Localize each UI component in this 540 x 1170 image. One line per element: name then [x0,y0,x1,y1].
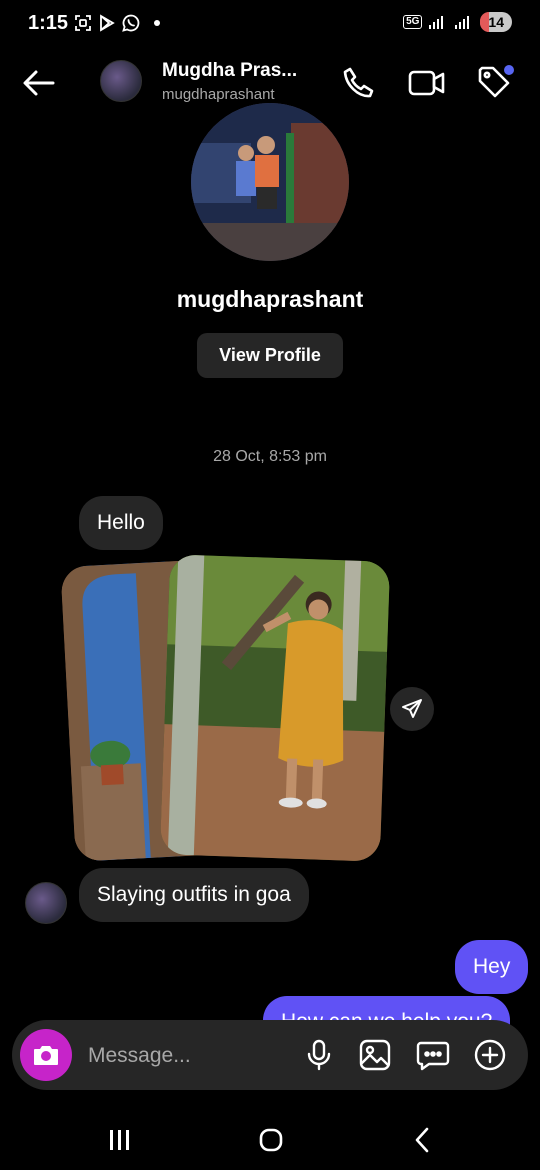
header-avatar[interactable] [100,60,142,102]
message-composer [12,1020,528,1090]
camera-icon [34,1046,58,1065]
gallery-icon[interactable] [358,1038,392,1072]
play-store-icon [100,14,115,32]
microphone-icon[interactable] [302,1038,336,1072]
shared-photo-front[interactable] [159,554,391,862]
home-icon[interactable] [257,1126,285,1154]
signal-icon [429,16,444,29]
battery-level: 14 [488,14,504,30]
thread-timestamp: 28 Oct, 8:53 pm [213,448,327,465]
recent-apps-icon[interactable] [106,1126,134,1154]
camera-button[interactable] [20,1029,72,1081]
message-bubble-incoming[interactable]: Hello [79,496,163,550]
profile-picture[interactable] [191,103,349,261]
sticker-chat-icon[interactable] [416,1038,450,1072]
whatsapp-icon [122,14,140,32]
message-input[interactable] [86,1032,300,1080]
network-type: 5G [403,15,423,29]
phone-call-icon[interactable] [342,66,376,100]
sender-avatar[interactable] [25,882,67,924]
add-circle-icon[interactable] [473,1038,507,1072]
profile-username: mugdhaprashant [176,286,364,312]
status-notification-icons [74,14,160,32]
status-time: 1:15 [28,12,69,34]
header-username[interactable]: mugdhaprashant [162,86,275,103]
message-text: Hey [473,955,511,978]
message-bubble-incoming[interactable]: Slaying outfits in goa [79,868,309,922]
video-call-icon[interactable] [408,66,446,100]
message-text: Slaying outfits in goa [97,883,291,906]
signal-icon-2 [455,16,470,29]
system-navigation-bar [0,1110,540,1170]
tag-notification-dot [504,65,514,75]
screenshot-icon [75,15,91,31]
share-photo-button[interactable] [390,687,434,731]
status-system-icons: 5G 14 [403,12,512,32]
header-display-name[interactable]: Mugdha Pras... [162,60,297,82]
more-notifications-dot [154,20,160,26]
message-bubble-outgoing[interactable]: Hey [455,940,529,994]
photo-woman-illustration [159,554,391,862]
message-text: Hello [97,511,145,534]
status-bar: 1:15 5G 14 [0,0,540,48]
battery-indicator: 14 [480,12,512,32]
back-arrow-icon[interactable] [22,66,56,100]
paper-plane-icon [402,699,422,718]
view-profile-button[interactable]: View Profile [197,333,343,378]
back-nav-icon[interactable] [408,1126,436,1154]
profile-photo-illustration [191,103,349,261]
